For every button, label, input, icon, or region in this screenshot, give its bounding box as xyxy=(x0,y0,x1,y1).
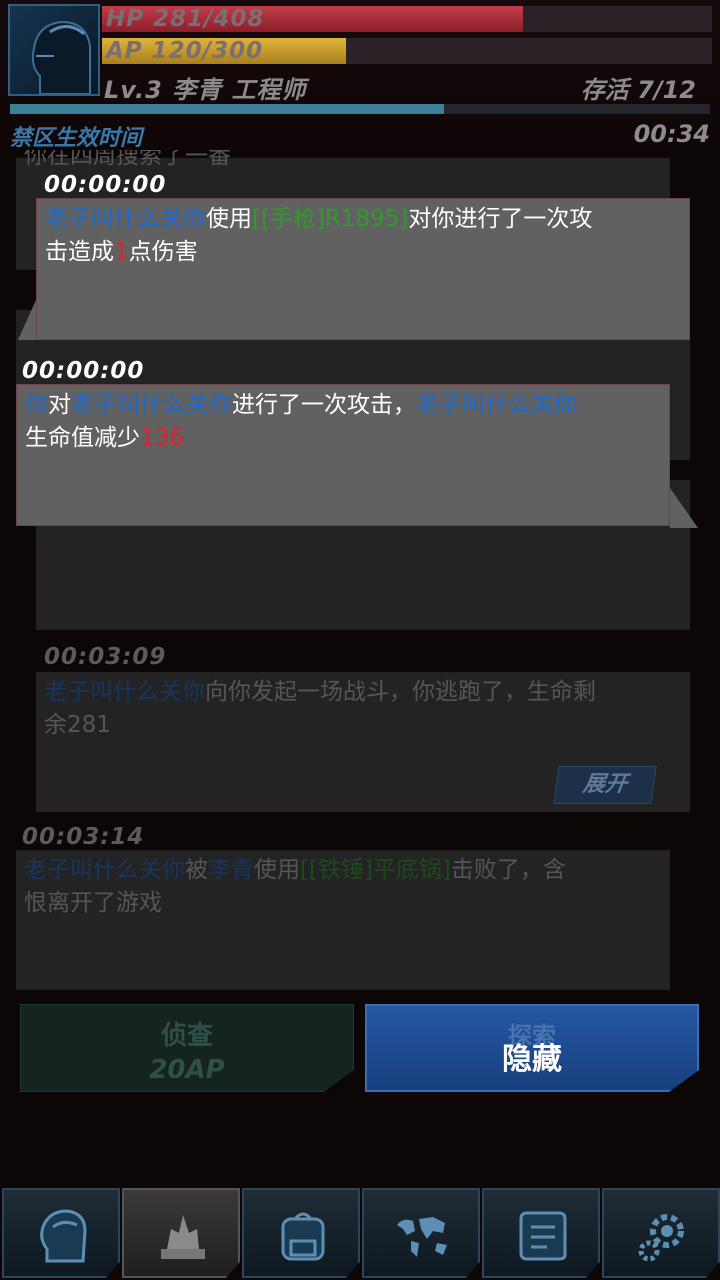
log-entry: 00:03:09 老子叫什么关你向你发起一场战斗，你逃跑了，生命剩 余281 展… xyxy=(0,640,720,815)
target-name[interactable]: 老子叫什么关你 xyxy=(71,392,232,418)
victim-name[interactable]: 老子叫什么关你 xyxy=(24,857,185,883)
attacker-name[interactable]: 老子叫什么关你 xyxy=(45,206,206,232)
log-entry-text: 你在四周搜索了一番 xyxy=(24,150,231,169)
nav-quests[interactable] xyxy=(482,1188,600,1278)
zone-label: 禁区生效时间 xyxy=(10,126,143,151)
weapon-name[interactable]: [[手枪]R1895] xyxy=(252,206,408,232)
killer-name[interactable]: 李青 xyxy=(208,857,254,883)
log-entry: 00:03:14 老子叫什么关你被李青使用[[铁锤]平底锅]击败了，含 恨离开了… xyxy=(0,822,720,997)
popup-text: 点伤害 xyxy=(128,239,198,265)
popup-text: 生命值减少 xyxy=(25,425,140,451)
popup-time: 00:00:00 xyxy=(44,172,167,198)
popup-text: 进行了一次攻击， xyxy=(232,392,416,418)
hp-text: HP 281/408 xyxy=(106,6,265,32)
log-entry-text: 被 xyxy=(185,857,208,883)
world-map-icon xyxy=(397,1217,447,1257)
bubble-tail-icon xyxy=(670,488,698,528)
character-icon xyxy=(40,1209,87,1263)
settings-icon xyxy=(638,1214,684,1262)
log-entry-text: 余281 xyxy=(44,712,111,738)
log-entry-time: 00:03:09 xyxy=(44,644,167,670)
nav-settings[interactable] xyxy=(602,1188,720,1278)
nav-character[interactable] xyxy=(2,1188,120,1278)
damage-value: 136 xyxy=(140,425,184,451)
popup-message: 你对老子叫什么关你进行了一次攻击，老子叫什么关你 生命值减少136 xyxy=(16,384,670,526)
combat-popup[interactable]: 00:00:00 你对老子叫什么关你进行了一次攻击，老子叫什么关你 生命值减少1… xyxy=(0,356,720,536)
target-name[interactable]: 老子叫什么关你 xyxy=(416,392,577,418)
popup-message: 老子叫什么关你使用[[手枪]R1895]对你进行了一次攻 击造成1点伤害 xyxy=(36,198,690,340)
popup-text: 使用 xyxy=(206,206,252,232)
log-entry-text: 击败了，含 xyxy=(450,857,566,883)
damage-value: 1 xyxy=(114,239,129,265)
ap-bar: AP 120/300 xyxy=(102,38,712,64)
log-entry-text: 恨离开了游戏 xyxy=(24,890,162,916)
popup-text: 对你进行了一次攻 xyxy=(408,206,593,232)
log-entry-time: 00:03:14 xyxy=(22,824,145,850)
survivor-count: 存活 7/12 xyxy=(580,76,696,104)
weapon-name[interactable]: [[铁锤]平底锅] xyxy=(300,857,451,883)
popup-time: 00:00:00 xyxy=(22,358,145,384)
chess-icon xyxy=(161,1215,205,1259)
subject-name[interactable]: 你 xyxy=(25,392,48,418)
log-entry-text: 使用 xyxy=(254,857,300,883)
backpack-icon xyxy=(281,1212,325,1261)
combat-popup[interactable]: 00:00:00 老子叫什么关你使用[[手枪]R1895]对你进行了一次攻 击造… xyxy=(0,168,720,348)
player-portrait-icon xyxy=(31,20,91,94)
player-info: Lv.3 李青 工程师 xyxy=(104,76,307,104)
hp-bar: HP 281/408 xyxy=(102,6,712,32)
scout-cost: 20AP xyxy=(149,1055,225,1085)
zone-timer: 00:34 xyxy=(633,120,710,148)
attacker-name[interactable]: 老子叫什么关你 xyxy=(44,679,205,705)
scout-label: 侦查 xyxy=(160,1021,213,1051)
nav-strategy[interactable] xyxy=(122,1188,240,1278)
bubble-tail-icon xyxy=(18,300,36,340)
ap-text: AP 120/300 xyxy=(106,38,264,64)
nav-map[interactable] xyxy=(362,1188,480,1278)
avatar[interactable] xyxy=(8,4,100,96)
expand-button[interactable]: 展开 xyxy=(553,766,657,804)
log-entry-message: 老子叫什么关你被李青使用[[铁锤]平底锅]击败了，含 恨离开了游戏 xyxy=(16,850,670,990)
log-entry-text: 向你发起一场战斗，你逃跑了，生命剩 xyxy=(205,679,596,705)
popup-text: 击造成 xyxy=(45,239,114,265)
status-header: HP 281/408 AP 120/300 Lv.3 李青 工程师 存活 7/1… xyxy=(0,0,720,151)
scout-button[interactable]: 侦查 20AP xyxy=(20,1004,354,1092)
zone-progress-bar xyxy=(10,104,710,114)
hide-button[interactable]: 探索 隐藏 xyxy=(365,1004,699,1092)
bottom-nav xyxy=(0,1186,720,1280)
nav-backpack[interactable] xyxy=(242,1188,360,1278)
zone-progress-fill xyxy=(10,104,444,114)
popup-text: 对 xyxy=(48,392,71,418)
hide-label: 隐藏 xyxy=(502,1042,562,1077)
scroll-icon xyxy=(519,1211,567,1261)
